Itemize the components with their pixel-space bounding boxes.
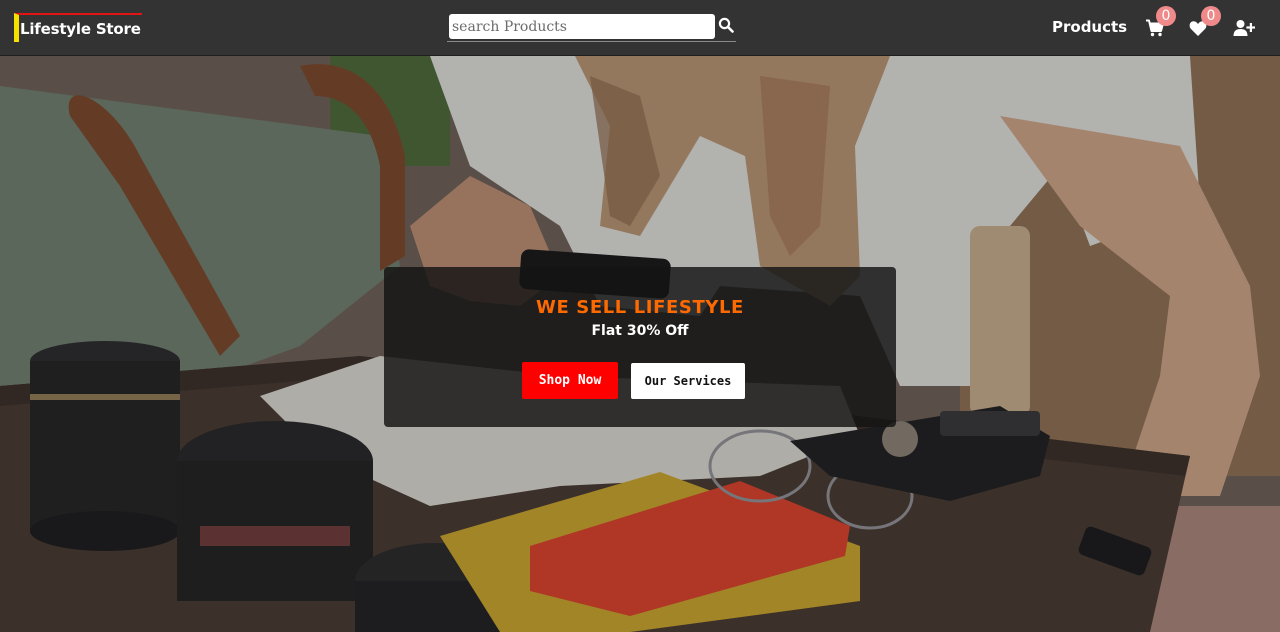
wishlist-count-badge: 0	[1201, 6, 1221, 26]
search-icon	[718, 17, 734, 33]
our-services-button[interactable]: Our Services	[631, 363, 745, 399]
shop-now-button[interactable]: Shop Now	[522, 362, 618, 399]
brand-logo[interactable]: Lifestyle Store	[14, 13, 142, 42]
navbar: Lifestyle Store Products 0 0	[0, 0, 1280, 56]
user-plus-icon	[1233, 20, 1256, 36]
account-button[interactable]	[1233, 19, 1256, 37]
hero-banner: WE SELL LIFESTYLE Flat 30% Off Shop Now …	[0, 56, 1280, 632]
cart-count-badge: 0	[1156, 6, 1176, 26]
search-button[interactable]	[717, 17, 735, 35]
hero-title: WE SELL LIFESTYLE	[536, 297, 744, 318]
search-input[interactable]	[449, 14, 715, 39]
hero-promo-box: WE SELL LIFESTYLE Flat 30% Off Shop Now …	[384, 267, 896, 427]
hero-subtitle: Flat 30% Off	[591, 323, 689, 339]
nav-products-link[interactable]: Products	[1052, 18, 1127, 36]
brand-name: Lifestyle Store	[20, 19, 141, 38]
search-bar	[447, 13, 736, 42]
